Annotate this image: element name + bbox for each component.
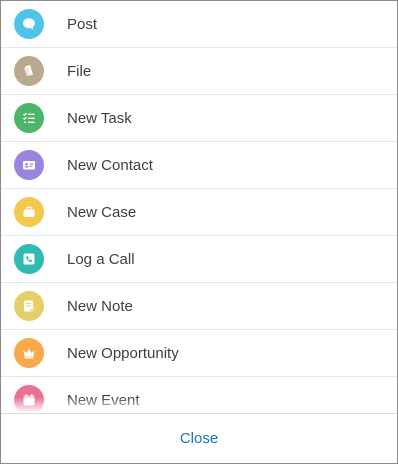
action-label-new-contact: New Contact: [67, 156, 153, 174]
phone-icon: [14, 244, 44, 274]
action-item-post[interactable]: Post: [1, 1, 397, 48]
close-button[interactable]: Close: [180, 430, 218, 447]
footer-bar: Close: [1, 413, 397, 463]
task-list-icon: [14, 103, 44, 133]
action-label-post: Post: [67, 15, 98, 33]
action-item-new-event[interactable]: New Event: [1, 377, 397, 413]
action-label-file: File: [67, 62, 92, 80]
action-item-new-contact[interactable]: New Contact: [1, 142, 397, 189]
action-item-new-note[interactable]: New Note: [1, 283, 397, 330]
file-icon: [14, 56, 44, 86]
action-label-log-a-call: Log a Call: [67, 250, 135, 268]
calendar-icon: [14, 385, 44, 413]
briefcase-icon: [14, 197, 44, 227]
action-item-file[interactable]: File: [1, 48, 397, 95]
note-icon: [14, 291, 44, 321]
action-item-new-task[interactable]: New Task: [1, 95, 397, 142]
action-menu: Post File New Task New Contact New Case: [0, 0, 398, 464]
action-label-new-case: New Case: [67, 203, 137, 221]
chat-bubble-icon: [14, 9, 44, 39]
crown-icon: [14, 338, 44, 368]
action-label-new-note: New Note: [67, 297, 133, 315]
action-item-new-opportunity[interactable]: New Opportunity: [1, 330, 397, 377]
action-label-new-opportunity: New Opportunity: [67, 344, 179, 362]
action-item-log-a-call[interactable]: Log a Call: [1, 236, 397, 283]
action-label-new-task: New Task: [67, 109, 132, 127]
action-item-new-case[interactable]: New Case: [1, 189, 397, 236]
action-list: Post File New Task New Contact New Case: [1, 1, 397, 413]
action-label-new-event: New Event: [67, 391, 140, 409]
contact-card-icon: [14, 150, 44, 180]
